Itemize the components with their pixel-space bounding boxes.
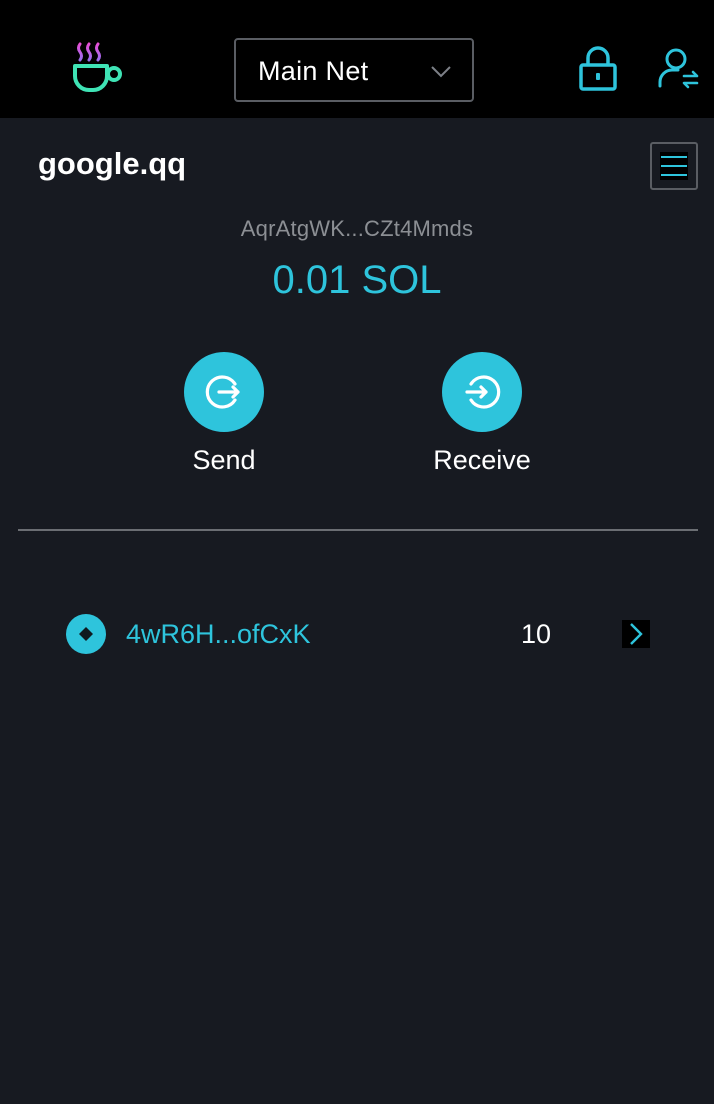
coffee-cup-logo-icon[interactable]	[70, 40, 126, 96]
wallet-address[interactable]: AqrAtgWK...CZt4Mmds	[0, 216, 714, 242]
hamburger-menu-icon	[660, 152, 688, 180]
menu-button[interactable]	[650, 142, 698, 190]
send-out-icon	[205, 375, 240, 409]
send-label: Send	[192, 445, 256, 475]
account-switch-icon[interactable]	[656, 46, 700, 90]
chevron-right-icon[interactable]	[622, 620, 650, 648]
token-amount: 10	[520, 619, 552, 649]
account-name: google.qq	[38, 146, 187, 181]
lock-icon[interactable]	[578, 46, 618, 92]
send-circle[interactable]	[184, 352, 264, 432]
receive-button[interactable]: Receive	[402, 352, 562, 476]
chevron-down-icon	[431, 66, 451, 78]
receive-label: Receive	[433, 445, 531, 475]
receive-in-icon	[465, 375, 501, 409]
top-bar: Main Net	[0, 0, 714, 118]
wallet-balance: 0.01 SOL	[272, 258, 442, 302]
token-diamond-icon	[66, 614, 106, 654]
token-name: 4wR6H...ofCxK	[126, 619, 311, 649]
network-select[interactable]: Main Net	[234, 38, 474, 102]
divider	[18, 529, 698, 531]
token-row[interactable]: 4wR6H...ofCxK 10	[66, 612, 656, 656]
receive-circle[interactable]	[442, 352, 522, 432]
network-selected-label: Main Net	[258, 56, 369, 86]
send-button[interactable]: Send	[144, 352, 304, 476]
